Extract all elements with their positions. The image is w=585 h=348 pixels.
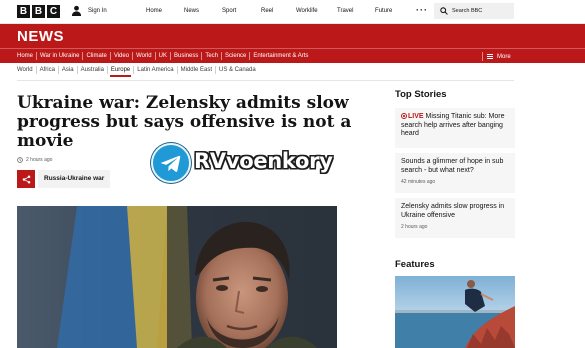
subnav-latin-america[interactable]: Latin America — [134, 66, 178, 74]
section-climate[interactable]: Climate — [83, 52, 111, 60]
timestamp-text: 2 hours ago — [26, 157, 53, 163]
section-science[interactable]: Science — [222, 52, 251, 60]
subnav-us-canada[interactable]: US & Canada — [216, 66, 259, 74]
subnav-europe[interactable]: Europe — [108, 66, 135, 77]
section-entertainment-arts[interactable]: Entertainment & Arts — [250, 52, 311, 60]
feature-photo[interactable] — [395, 276, 515, 348]
bbc-logo-letter-3: C — [47, 5, 60, 18]
article-photo — [17, 206, 337, 348]
share-icon — [22, 175, 30, 183]
user-icon — [71, 5, 82, 16]
story-headline: Zelensky admits slow progress in Ukraine… — [401, 203, 505, 219]
nav-future[interactable]: Future — [375, 8, 392, 14]
world-sub-nav: World Africa Asia Australia Europe Latin… — [17, 66, 259, 77]
news-section-nav: Home War in Ukraine Climate Video World … — [0, 48, 585, 63]
story-time: 42 minutes ago — [401, 179, 436, 185]
sign-in-link[interactable]: Sign In — [71, 5, 107, 16]
subnav-australia[interactable]: Australia — [78, 66, 108, 74]
section-uk[interactable]: UK — [156, 52, 171, 60]
live-label: LIVE — [408, 113, 424, 120]
subnav-asia[interactable]: Asia — [59, 66, 78, 74]
search-placeholder: Search BBC — [452, 8, 483, 14]
top-story-card[interactable]: LIVE Missing Titanic sub: More search he… — [395, 108, 515, 148]
divider — [17, 80, 514, 81]
more-sections-button[interactable]: More — [482, 52, 511, 61]
nav-worklife[interactable]: Worklife — [296, 8, 318, 14]
section-home[interactable]: Home — [17, 52, 38, 60]
clock-icon — [17, 157, 23, 163]
story-time: 2 hours ago — [401, 224, 428, 230]
nav-sport[interactable]: Sport — [222, 8, 236, 14]
nav-home[interactable]: Home — [146, 8, 162, 14]
section-tech[interactable]: Tech — [202, 52, 223, 60]
share-button[interactable] — [17, 170, 35, 188]
global-nav: B B C Sign In Home News Sport Reel Workl… — [0, 0, 585, 24]
features-title: Features — [395, 259, 435, 270]
ellipsis-icon[interactable]: ··· — [416, 5, 428, 15]
nav-news[interactable]: News — [184, 8, 199, 14]
bbc-logo[interactable]: B B C — [17, 5, 60, 18]
subnav-middle-east[interactable]: Middle East — [178, 66, 216, 74]
live-icon — [401, 113, 407, 119]
topic-tag[interactable]: Russia-Ukraine war — [38, 170, 111, 188]
top-stories-title: Top Stories — [395, 89, 447, 100]
section-war-in-ukraine[interactable]: War in Ukraine — [37, 52, 84, 60]
article-headline: Ukraine war: Zelensky admits slow progre… — [17, 93, 352, 151]
more-label: More — [497, 53, 511, 60]
news-logo[interactable]: NEWS — [17, 28, 64, 45]
nav-travel[interactable]: Travel — [337, 8, 353, 14]
story-headline: LIVE Missing Titanic sub: More search he… — [401, 113, 509, 139]
bbc-logo-letter-2: B — [32, 5, 45, 18]
telegram-icon — [151, 143, 191, 183]
news-banner: NEWS — [0, 24, 585, 48]
hamburger-icon — [487, 54, 493, 59]
section-business[interactable]: Business — [171, 52, 203, 60]
top-story-card[interactable]: Sounds a glimmer of hope in sub search -… — [395, 153, 515, 193]
search-icon — [440, 7, 448, 15]
bbc-logo-letter-1: B — [17, 5, 30, 18]
subnav-world[interactable]: World — [17, 66, 37, 74]
section-video[interactable]: Video — [111, 52, 134, 60]
watermark-text: RVvoenkory — [194, 149, 333, 173]
sign-in-label: Sign In — [88, 7, 107, 14]
section-world[interactable]: World — [133, 52, 156, 60]
nav-reel[interactable]: Reel — [261, 8, 273, 14]
article-timestamp: 2 hours ago — [17, 157, 52, 163]
search-box[interactable]: Search BBC — [434, 3, 514, 19]
subnav-africa[interactable]: Africa — [37, 66, 59, 74]
top-story-card[interactable]: Zelensky admits slow progress in Ukraine… — [395, 198, 515, 238]
story-headline: Sounds a glimmer of hope in sub search -… — [401, 158, 504, 174]
